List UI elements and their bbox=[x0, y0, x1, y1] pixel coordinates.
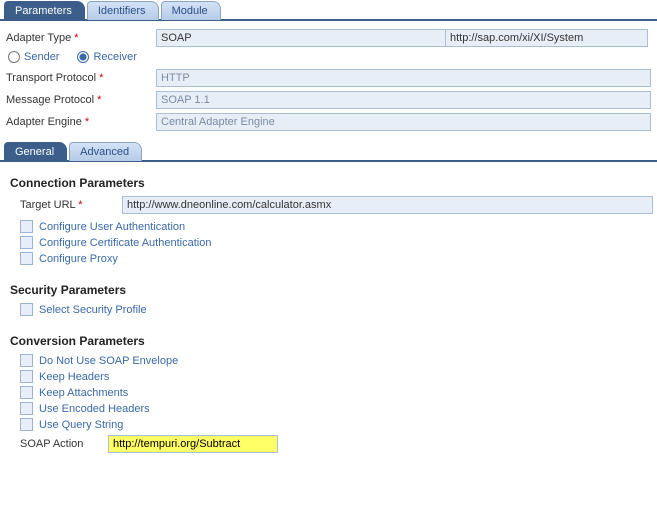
message-protocol-input[interactable] bbox=[156, 91, 651, 109]
soap-action-input[interactable] bbox=[108, 435, 278, 453]
direction-radio-row: Sender Receiver bbox=[8, 51, 651, 63]
security-section-title: Security Parameters bbox=[10, 283, 653, 297]
cb-no-envelope[interactable] bbox=[20, 354, 33, 367]
tab-general[interactable]: General bbox=[4, 142, 67, 161]
soap-action-label: SOAP Action bbox=[20, 438, 102, 450]
cb-security-profile-label: Select Security Profile bbox=[39, 304, 147, 316]
tab-advanced[interactable]: Advanced bbox=[69, 142, 142, 161]
conversion-section-title: Conversion Parameters bbox=[10, 334, 653, 348]
tab-parameters[interactable]: Parameters bbox=[4, 1, 85, 20]
tab-module[interactable]: Module bbox=[161, 1, 221, 20]
cb-encoded-headers[interactable] bbox=[20, 402, 33, 415]
transport-protocol-input[interactable] bbox=[156, 69, 651, 87]
target-url-row: Target URL * bbox=[20, 196, 653, 214]
adapter-form: Adapter Type * Sender Receiver Transport… bbox=[0, 21, 657, 139]
connection-section-title: Connection Parameters bbox=[10, 176, 653, 190]
radio-receiver-input[interactable] bbox=[77, 51, 89, 63]
adapter-type-input[interactable] bbox=[156, 29, 446, 47]
message-protocol-label: Message Protocol * bbox=[6, 94, 156, 106]
tab-identifiers[interactable]: Identifiers bbox=[87, 1, 159, 20]
adapter-type-url-input[interactable] bbox=[446, 29, 648, 47]
adapter-engine-label: Adapter Engine * bbox=[6, 116, 156, 128]
cb-encoded-headers-label: Use Encoded Headers bbox=[39, 403, 150, 415]
top-tab-row: Parameters Identifiers Module bbox=[0, 0, 657, 21]
sub-tab-row: General Advanced bbox=[0, 141, 657, 162]
cb-security-profile[interactable] bbox=[20, 303, 33, 316]
cb-cert-auth-label: Configure Certificate Authentication bbox=[39, 237, 211, 249]
cb-keep-headers-label: Keep Headers bbox=[39, 371, 109, 383]
transport-protocol-label: Transport Protocol * bbox=[6, 72, 156, 84]
cb-cert-auth[interactable] bbox=[20, 236, 33, 249]
cb-proxy[interactable] bbox=[20, 252, 33, 265]
general-panel: Connection Parameters Target URL * Confi… bbox=[0, 162, 657, 457]
cb-keep-attachments-label: Keep Attachments bbox=[39, 387, 128, 399]
cb-keep-headers[interactable] bbox=[20, 370, 33, 383]
cb-proxy-label: Configure Proxy bbox=[39, 253, 118, 265]
radio-sender[interactable]: Sender bbox=[8, 51, 59, 63]
target-url-input[interactable] bbox=[122, 196, 653, 214]
cb-user-auth[interactable] bbox=[20, 220, 33, 233]
radio-sender-input[interactable] bbox=[8, 51, 20, 63]
target-url-label: Target URL * bbox=[20, 199, 116, 211]
radio-receiver[interactable]: Receiver bbox=[77, 51, 136, 63]
cb-no-envelope-label: Do Not Use SOAP Envelope bbox=[39, 355, 178, 367]
adapter-engine-input[interactable] bbox=[156, 113, 651, 131]
cb-user-auth-label: Configure User Authentication bbox=[39, 221, 185, 233]
cb-keep-attachments[interactable] bbox=[20, 386, 33, 399]
cb-query-string-label: Use Query String bbox=[39, 419, 123, 431]
cb-query-string[interactable] bbox=[20, 418, 33, 431]
adapter-type-label: Adapter Type * bbox=[6, 32, 156, 44]
